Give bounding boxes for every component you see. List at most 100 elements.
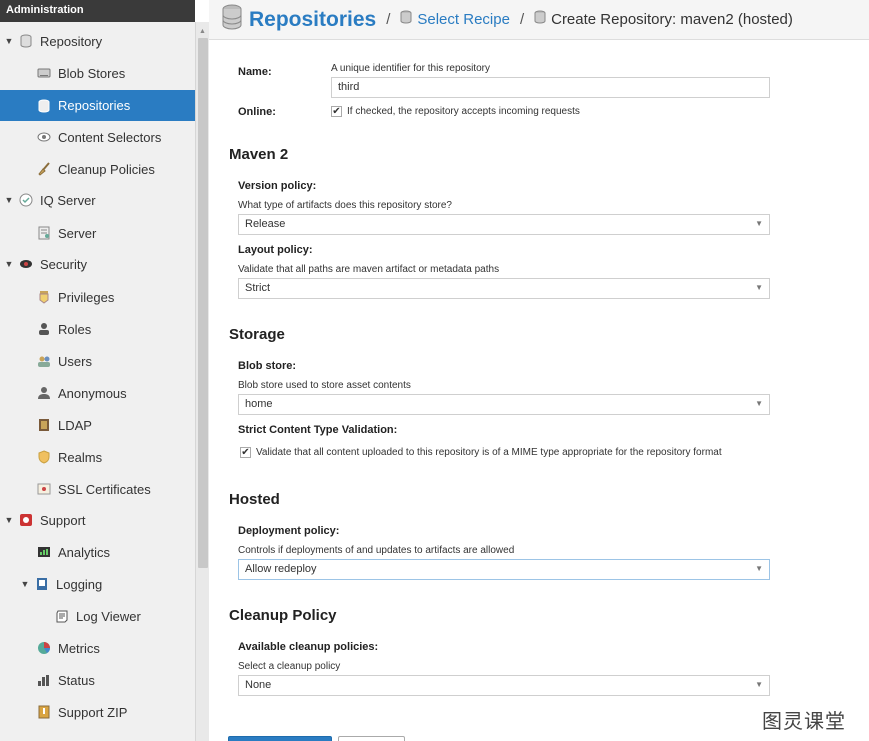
hard-drive-icon	[36, 65, 52, 81]
sidebar-label: Anonymous	[58, 385, 127, 401]
watermark: 图灵课堂	[762, 709, 846, 733]
strict-validation-row: ✔ Validate that all content uploaded to t…	[240, 447, 722, 458]
app-window: Administration ▼ Repository Blob Stores …	[0, 0, 869, 741]
sidebar-item-cleanup-policies[interactable]: Cleanup Policies	[0, 154, 195, 184]
sidebar-label: IQ Server	[40, 192, 96, 208]
sidebar-item-ssl-certificates[interactable]: SSL Certificates	[0, 474, 195, 504]
sidebar-item-metrics[interactable]: Metrics	[0, 633, 195, 663]
sidebar-label: Support ZIP	[58, 704, 128, 720]
sidebar-item-security[interactable]: ▼ Security	[0, 249, 195, 279]
blob-store-select[interactable]: home ▼	[238, 394, 770, 415]
dropdown-arrow-icon[interactable]: ▼	[755, 219, 763, 228]
layout-policy-value: Strict	[245, 282, 271, 294]
scroll-up-icon[interactable]: ▲	[199, 28, 206, 35]
sidebar-item-iq-server[interactable]: ▼ IQ Server	[0, 185, 195, 215]
user-icon	[36, 385, 52, 401]
sidebar-item-support[interactable]: ▼ Support	[0, 505, 195, 535]
sidebar-label: Logging	[56, 576, 103, 592]
caret-down-icon[interactable]: ▼	[4, 259, 14, 269]
blob-store-label: Blob store:	[238, 360, 297, 372]
cleanup-policy-select[interactable]: None ▼	[238, 675, 770, 696]
sidebar-label: Security	[40, 256, 87, 272]
breadcrumb-select-recipe[interactable]: Select Recipe	[417, 11, 510, 28]
sidebar-header: Administration	[0, 0, 195, 22]
sidebar-label: Blob Stores	[58, 65, 126, 81]
sidebar-item-blob-stores[interactable]: Blob Stores	[0, 58, 195, 88]
sidebar-label: Privileges	[58, 289, 115, 305]
caret-down-icon[interactable]: ▼	[4, 515, 14, 525]
strict-validation-label: Strict Content Type Validation:	[238, 424, 398, 436]
book-icon	[36, 417, 52, 433]
cancel-button[interactable]	[338, 736, 405, 741]
strict-validation-help: Validate that all content uploaded to th…	[256, 447, 722, 459]
version-policy-label: Version policy:	[238, 180, 317, 192]
sidebar-label: Repositories	[58, 98, 131, 113]
name-label: Name:	[238, 66, 272, 78]
sidebar-item-privileges[interactable]: Privileges	[0, 282, 195, 312]
breadcrumb-separator: /	[386, 11, 391, 28]
sidebar-label: Roles	[58, 321, 92, 337]
caret-down-icon[interactable]: ▼	[20, 579, 30, 589]
cleanup-policies-help: Select a cleanup policy	[238, 661, 341, 672]
sidebar-label: Status	[58, 672, 95, 688]
scrollbar-thumb[interactable]	[198, 38, 208, 568]
sidebar-item-analytics[interactable]: Analytics	[0, 537, 195, 567]
caret-down-icon[interactable]: ▼	[4, 36, 14, 46]
deployment-policy-label: Deployment policy:	[238, 525, 340, 537]
sidebar: Administration ▼ Repository Blob Stores …	[0, 0, 195, 741]
layout-policy-select[interactable]: Strict ▼	[238, 278, 770, 299]
sidebar-label: Metrics	[58, 640, 100, 656]
zip-icon	[36, 704, 52, 720]
role-user-icon	[36, 321, 52, 337]
version-policy-value: Release	[245, 218, 286, 230]
sidebar-item-users[interactable]: Users	[0, 346, 195, 376]
scroll-icon	[54, 608, 70, 624]
blob-store-help: Blob store used to store asset contents	[238, 380, 411, 391]
sidebar-item-repository[interactable]: ▼ Repository	[0, 26, 195, 56]
breadcrumb-repositories[interactable]: Repositories	[249, 8, 376, 32]
database-icon	[36, 98, 52, 114]
iq-server-icon	[18, 192, 34, 208]
sidebar-label: Server	[58, 225, 97, 241]
database-icon	[221, 4, 243, 35]
online-checkbox[interactable]: ✔	[331, 106, 342, 117]
name-input[interactable]: third	[331, 77, 770, 98]
sidebar-item-ldap[interactable]: LDAP	[0, 410, 195, 440]
sidebar-item-roles[interactable]: Roles	[0, 314, 195, 344]
dropdown-arrow-icon[interactable]: ▼	[755, 564, 763, 573]
sidebar-item-server[interactable]: Server	[0, 218, 195, 248]
layout-policy-label: Layout policy:	[238, 244, 313, 256]
sidebar-label: SSL Certificates	[58, 481, 151, 497]
sidebar-item-status[interactable]: Status	[0, 665, 195, 695]
sidebar-item-logging[interactable]: ▼ Logging	[0, 569, 195, 599]
sidebar-item-realms[interactable]: Realms	[0, 442, 195, 472]
eye-icon	[36, 129, 52, 145]
dropdown-arrow-icon[interactable]: ▼	[755, 283, 763, 292]
sidebar-item-support-zip[interactable]: Support ZIP	[0, 697, 195, 727]
dropdown-arrow-icon[interactable]: ▼	[755, 399, 763, 408]
dropdown-arrow-icon[interactable]: ▼	[755, 680, 763, 689]
strict-validation-checkbox[interactable]: ✔	[240, 447, 251, 458]
cleanup-policies-label: Available cleanup policies:	[238, 641, 379, 653]
deployment-policy-select[interactable]: Allow redeploy ▼	[238, 559, 770, 580]
sidebar-item-repositories[interactable]: Repositories	[0, 90, 195, 121]
users-icon	[36, 353, 52, 369]
hosted-section-title: Hosted	[229, 491, 280, 508]
breadcrumb-separator: /	[519, 11, 525, 28]
server-icon	[36, 225, 52, 241]
create-repository-button[interactable]	[228, 736, 332, 741]
sidebar-label: Cleanup Policies	[58, 161, 155, 177]
analytics-icon	[36, 544, 52, 560]
sidebar-item-log-viewer[interactable]: Log Viewer	[0, 601, 195, 631]
sidebar-scrollbar[interactable]: ▲	[195, 22, 209, 741]
lifebuoy-icon	[18, 512, 34, 528]
caret-down-icon[interactable]: ▼	[4, 195, 14, 205]
sidebar-item-content-selectors[interactable]: Content Selectors	[0, 122, 195, 152]
certificate-icon	[36, 481, 52, 497]
sidebar-item-anonymous[interactable]: Anonymous	[0, 378, 195, 408]
cleanup-policy-value: None	[245, 679, 272, 691]
database-icon	[534, 10, 546, 29]
version-policy-select[interactable]: Release ▼	[238, 214, 770, 235]
database-icon	[400, 10, 412, 29]
deployment-policy-help: Controls if deployments of and updates t…	[238, 545, 515, 556]
